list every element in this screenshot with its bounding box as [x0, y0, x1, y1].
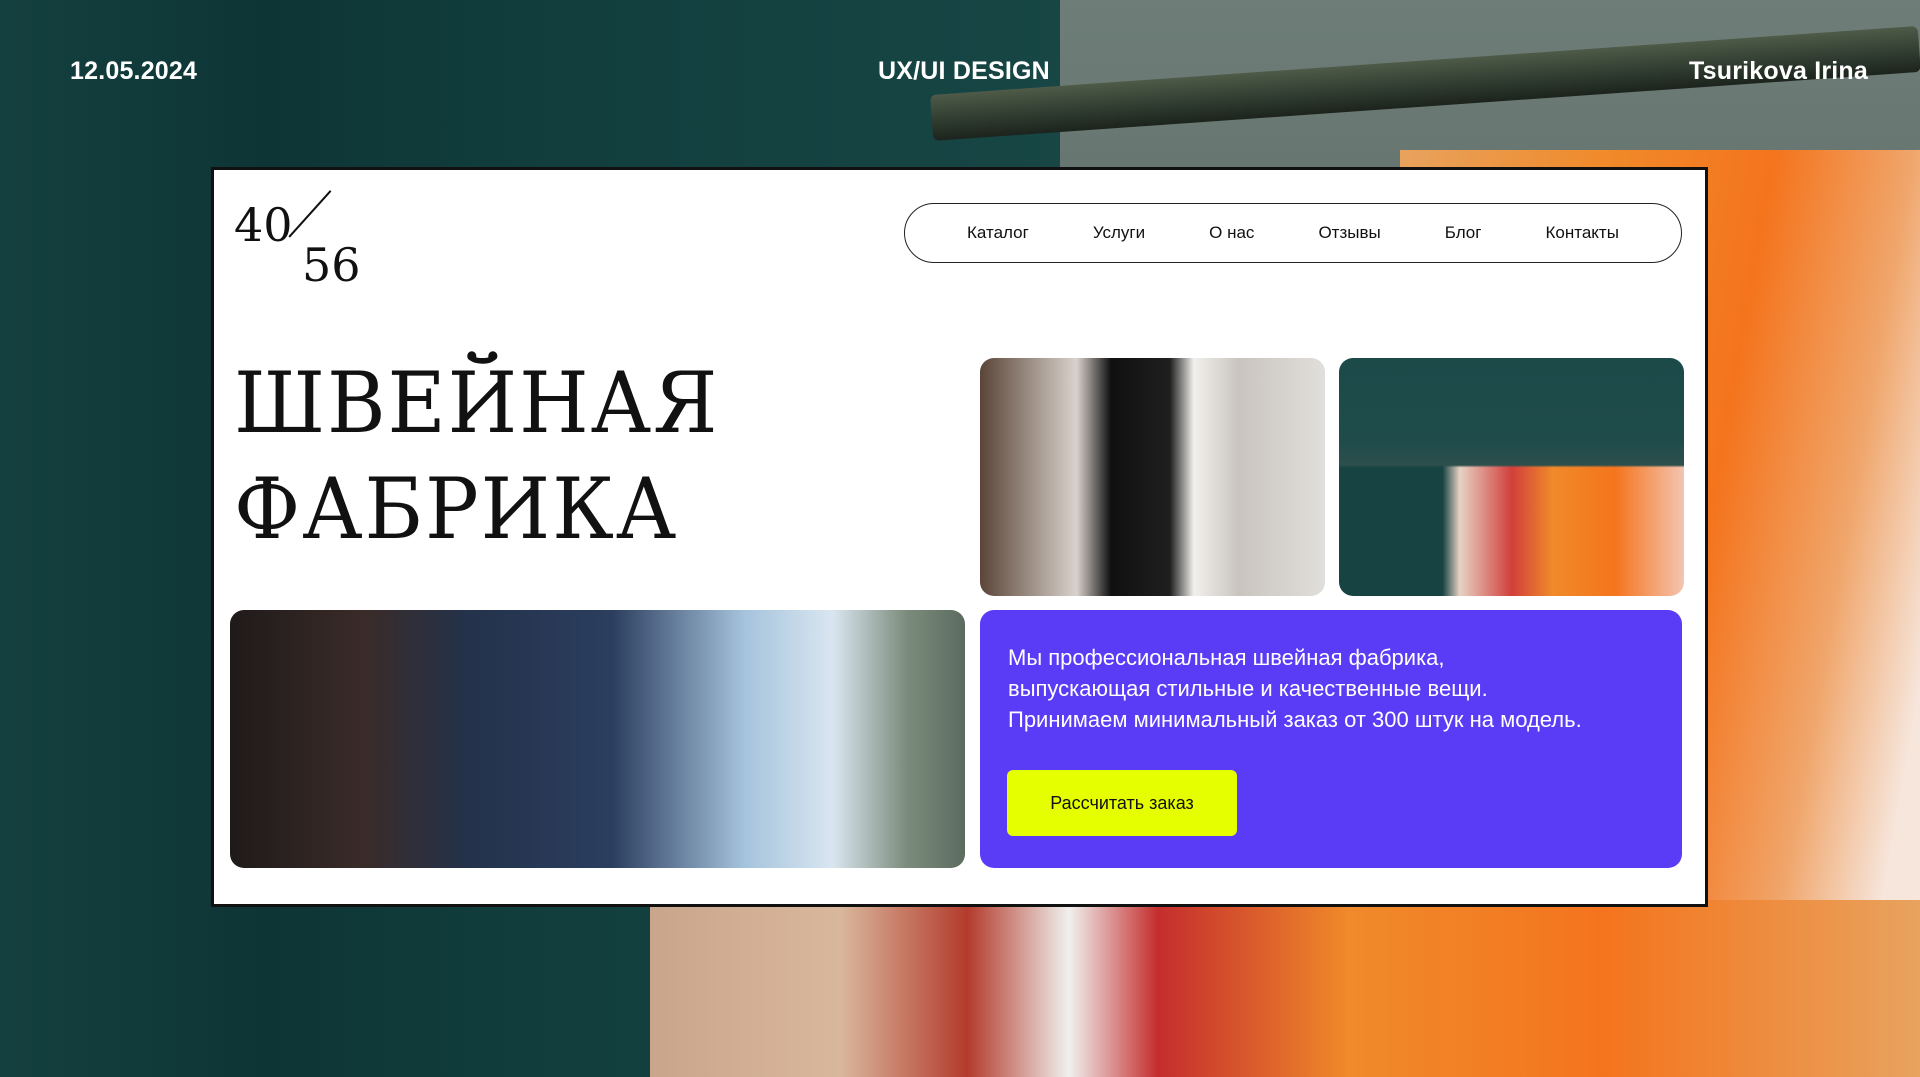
photo-designer: [230, 610, 965, 868]
page-title-line-1: ШВЕЙНАЯ: [234, 354, 720, 452]
logo-slash: [288, 190, 332, 238]
main-nav: Каталог Услуги О нас Отзывы Блог Контакт…: [904, 203, 1682, 263]
promo-line-3: Принимаем минимальный заказ от 300 штук …: [1008, 707, 1582, 732]
nav-reviews[interactable]: Отзывы: [1318, 223, 1380, 243]
presentation-date: 12.05.2024: [70, 57, 198, 85]
nav-about[interactable]: О нас: [1209, 223, 1254, 243]
nav-services[interactable]: Услуги: [1093, 223, 1145, 243]
nav-catalog[interactable]: Каталог: [967, 223, 1029, 243]
logo-number-top: 40: [234, 198, 293, 252]
calculate-order-button[interactable]: Рассчитать заказ: [1007, 770, 1237, 836]
site-logo[interactable]: 40 56: [234, 190, 364, 292]
page-title-line-2: ФАБРИКА: [234, 460, 679, 558]
logo-number-bottom: 56: [302, 238, 361, 292]
hanging-clothes-bottom: [650, 900, 1920, 1077]
presentation-author: Tsurikova Irina: [1689, 57, 1868, 85]
photo-tailor: [980, 358, 1325, 596]
nav-blog[interactable]: Блог: [1445, 223, 1482, 243]
website-mockup: 40 56 Каталог Услуги О нас Отзывы Блог К…: [211, 167, 1708, 907]
promo-text: Мы профессиональная швейная фабрика, вып…: [1008, 642, 1654, 735]
nav-contacts[interactable]: Контакты: [1545, 223, 1618, 243]
promo-line-2: выпускающая стильные и качественные вещи…: [1008, 676, 1488, 701]
promo-line-1: Мы профессиональная швейная фабрика,: [1008, 645, 1445, 670]
presentation-title: UX/UI DESIGN: [878, 57, 1050, 85]
promo-block: Мы профессиональная швейная фабрика, вып…: [980, 610, 1682, 868]
page-title: ШВЕЙНАЯ ФАБРИКА: [234, 350, 719, 562]
photo-clothes-rack: [1339, 358, 1684, 596]
